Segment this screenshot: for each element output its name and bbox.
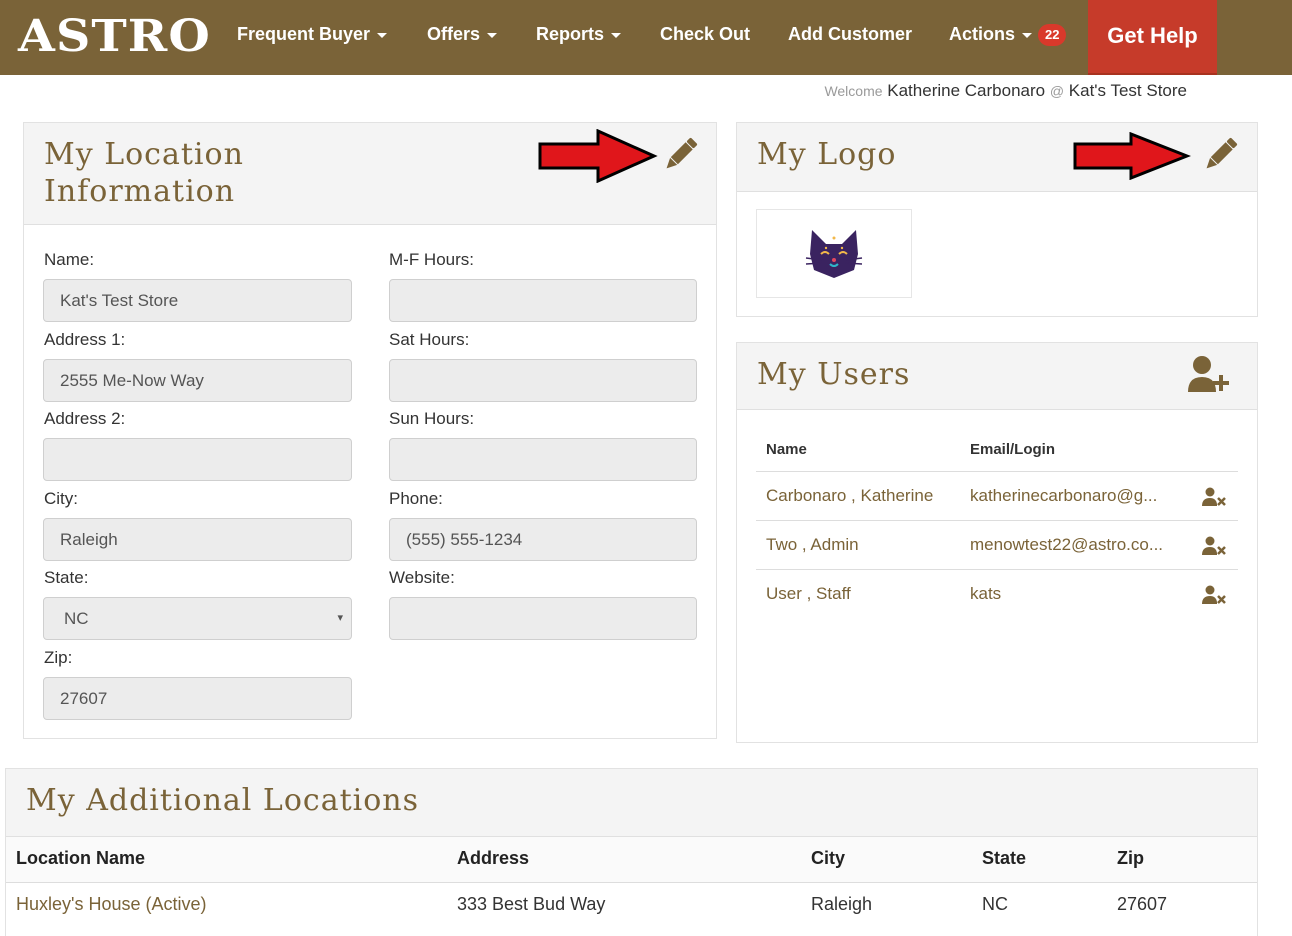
additional-locations-header: My Additional Locations bbox=[6, 769, 1257, 837]
get-help-button[interactable]: Get Help bbox=[1088, 0, 1217, 75]
users-panel-header: My Users bbox=[737, 343, 1257, 410]
users-header-name: Name bbox=[766, 441, 807, 458]
nav-label: Offers bbox=[427, 24, 481, 44]
sat-hours-field[interactable] bbox=[389, 359, 697, 402]
astro-logo[interactable]: ASTRO bbox=[18, 14, 211, 60]
welcome-at: @ bbox=[1049, 83, 1065, 99]
caret-down-icon bbox=[611, 32, 622, 38]
address1-field[interactable]: 2555 Me-Now Way bbox=[43, 359, 352, 402]
remove-user-icon[interactable] bbox=[1202, 487, 1226, 507]
user-name-link[interactable]: User , Staff bbox=[766, 570, 851, 617]
location-city: Raleigh bbox=[811, 894, 873, 914]
remove-user-icon[interactable] bbox=[1202, 585, 1226, 605]
caret-down-icon bbox=[487, 32, 498, 38]
sun-hours-field[interactable] bbox=[389, 438, 697, 481]
user-email-link[interactable]: katherinecarbonaro@g... bbox=[970, 472, 1180, 519]
title-line: My Location bbox=[44, 137, 244, 172]
nav-actions[interactable]: Actions 22 bbox=[949, 22, 1067, 47]
state-value: NC bbox=[64, 609, 89, 628]
location-panel-title: My Location Information bbox=[44, 136, 244, 210]
zip-field[interactable]: 27607 bbox=[43, 677, 352, 720]
user-name-link[interactable]: Two , Admin bbox=[766, 521, 859, 568]
locations-header-address: Address bbox=[457, 848, 530, 868]
welcome-message: Welcome Katherine Carbonaro @ Kat's Test… bbox=[824, 81, 1187, 101]
zip-label: Zip: bbox=[44, 648, 73, 667]
mf-hours-field[interactable] bbox=[389, 279, 697, 322]
caret-down-icon bbox=[1022, 32, 1033, 38]
website-label: Website: bbox=[389, 568, 455, 587]
nav-offers[interactable]: Offers bbox=[427, 22, 498, 46]
actions-count-badge: 22 bbox=[1038, 24, 1067, 47]
nav-label: Add Customer bbox=[788, 24, 913, 44]
logo-image-frame bbox=[756, 209, 912, 298]
nav-label: Reports bbox=[536, 24, 605, 44]
title-line: Information bbox=[44, 174, 236, 209]
select-arrow-icon: ▾ bbox=[337, 612, 343, 624]
nav-frequent-buyer[interactable]: Frequent Buyer bbox=[237, 22, 388, 46]
additional-locations-title: My Additional Locations bbox=[26, 783, 420, 818]
address2-label: Address 2: bbox=[44, 409, 126, 428]
cat-logo-image bbox=[805, 230, 863, 278]
pencil-icon[interactable] bbox=[1202, 137, 1238, 173]
table-row: Carbonaro , Katherine katherinecarbonaro… bbox=[756, 471, 1238, 520]
add-user-icon[interactable] bbox=[1186, 355, 1234, 393]
nav-label: Check Out bbox=[660, 24, 751, 44]
phone-label: Phone: bbox=[389, 489, 443, 508]
nav-check-out[interactable]: Check Out bbox=[660, 22, 750, 46]
state-label: State: bbox=[44, 568, 89, 587]
red-arrow-annotation bbox=[538, 129, 658, 183]
locations-header-city: City bbox=[811, 848, 846, 868]
user-email-link[interactable]: menowtest22@astro.co... bbox=[970, 521, 1180, 568]
city-label: City: bbox=[44, 489, 78, 508]
welcome-prefix: Welcome bbox=[824, 83, 883, 99]
name-label: Name: bbox=[44, 250, 95, 269]
locations-table-header bbox=[6, 837, 1257, 883]
locations-header-state: State bbox=[982, 848, 1027, 868]
top-navbar: ASTRO Frequent Buyer Offers Reports Chec… bbox=[0, 0, 1292, 75]
location-name-link[interactable]: Huxley's House (Active) bbox=[16, 894, 207, 915]
locations-header-zip: Zip bbox=[1117, 848, 1144, 868]
phone-field[interactable]: (555) 555-1234 bbox=[389, 518, 697, 561]
sat-hours-label: Sat Hours: bbox=[389, 330, 470, 349]
mf-hours-label: M-F Hours: bbox=[389, 250, 474, 269]
users-panel-title: My Users bbox=[757, 357, 911, 392]
state-select[interactable]: NC ▾ bbox=[43, 597, 352, 640]
locations-header-name: Location Name bbox=[16, 848, 146, 868]
name-field[interactable]: Kat's Test Store bbox=[43, 279, 352, 322]
address2-field[interactable] bbox=[43, 438, 352, 481]
nav-label: Actions bbox=[949, 24, 1016, 44]
users-header-email: Email/Login bbox=[970, 441, 1056, 458]
user-email-link[interactable]: kats bbox=[970, 570, 1180, 617]
user-name-link[interactable]: Carbonaro , Katherine bbox=[766, 472, 933, 519]
nav-reports[interactable]: Reports bbox=[536, 22, 622, 46]
location-address: 333 Best Bud Way bbox=[457, 894, 606, 914]
caret-down-icon bbox=[377, 32, 388, 38]
welcome-store: Kat's Test Store bbox=[1068, 81, 1187, 100]
pencil-icon[interactable] bbox=[662, 137, 698, 173]
website-field[interactable] bbox=[389, 597, 697, 640]
table-row: User , Staff kats bbox=[756, 569, 1238, 618]
remove-user-icon[interactable] bbox=[1202, 536, 1226, 556]
welcome-user: Katherine Carbonaro bbox=[887, 81, 1046, 100]
sun-hours-label: Sun Hours: bbox=[389, 409, 475, 428]
location-panel: My Location Information bbox=[23, 122, 717, 739]
red-arrow-annotation bbox=[1073, 132, 1191, 180]
address1-label: Address 1: bbox=[44, 330, 126, 349]
city-field[interactable]: Raleigh bbox=[43, 518, 352, 561]
nav-add-customer[interactable]: Add Customer bbox=[788, 22, 912, 46]
table-row: Two , Admin menowtest22@astro.co... bbox=[756, 520, 1238, 569]
nav-label: Frequent Buyer bbox=[237, 24, 371, 44]
logo-panel-title: My Logo bbox=[757, 137, 897, 172]
location-state: NC bbox=[982, 894, 1008, 914]
location-zip: 27607 bbox=[1117, 894, 1168, 914]
